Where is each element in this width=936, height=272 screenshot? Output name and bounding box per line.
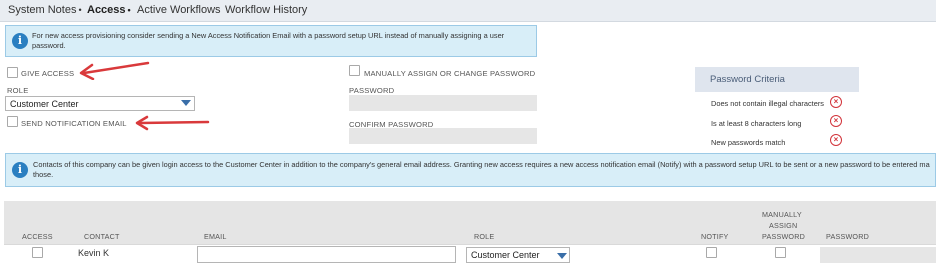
col-header-notify: NOTIFY (701, 232, 729, 241)
give-access-checkbox[interactable] (7, 67, 18, 78)
send-notification-checkbox[interactable] (7, 116, 18, 127)
chevron-down-icon[interactable] (181, 100, 191, 106)
col-header-password: PASSWORD (826, 232, 869, 241)
send-notification-label: SEND NOTIFICATION EMAIL (21, 119, 127, 128)
row-role-select[interactable]: Customer Center (466, 247, 570, 263)
annotation-arrow-icon (79, 61, 150, 80)
row-manually-assign-checkbox[interactable] (775, 247, 786, 258)
password-label: PASSWORD (349, 86, 395, 95)
password-field[interactable] (349, 95, 537, 111)
chevron-down-icon[interactable] (557, 253, 567, 259)
info-banner-access: i For new access provisioning consider s… (5, 25, 537, 57)
criteria-item: New passwords match (711, 138, 786, 147)
role-select-value: Customer Center (10, 99, 79, 109)
col-header-role: ROLE (474, 232, 495, 241)
row-role-value: Customer Center (471, 250, 540, 260)
annotation-arrow-icon (135, 115, 210, 131)
row-notify-checkbox[interactable] (706, 247, 717, 258)
criteria-item: Does not contain illegal characters (711, 99, 824, 108)
tab-workflow-history[interactable]: Workflow History (225, 4, 307, 16)
info-banner-contacts: i Contacts of this company can be given … (5, 153, 936, 187)
col-header-contact: CONTACT (84, 232, 120, 241)
tab-access[interactable]: Access • (87, 4, 131, 16)
role-label: ROLE (7, 86, 29, 95)
divider (4, 244, 936, 245)
give-access-label: GIVE ACCESS (21, 69, 75, 78)
red-x-circle-icon: × (830, 134, 842, 146)
row-password-field[interactable] (820, 247, 936, 263)
info-banner-text: Contacts of this company can be given lo… (33, 160, 930, 179)
col-header-manually-assign: MANUALLY (762, 210, 802, 219)
role-select[interactable]: Customer Center (5, 96, 195, 111)
col-header-manually-assign: PASSWORD (762, 232, 805, 241)
info-icon: i (12, 162, 28, 178)
row-contact: Kevin K (78, 248, 110, 258)
red-x-circle-icon: × (830, 115, 842, 127)
row-email-input[interactable] (197, 246, 456, 263)
row-access-checkbox[interactable] (32, 247, 43, 258)
password-criteria-panel: Password Criteria Does not contain illeg… (695, 67, 859, 147)
criteria-item: Is at least 8 characters long (711, 119, 802, 128)
manually-assign-password-label: MANUALLY ASSIGN OR CHANGE PASSWORD (364, 69, 536, 78)
col-header-access: ACCESS (22, 232, 53, 241)
col-header-manually-assign: ASSIGN (769, 221, 798, 230)
confirm-password-field[interactable] (349, 128, 537, 144)
info-banner-text: For new access provisioning consider sen… (32, 31, 505, 50)
tab-system-notes[interactable]: System Notes • (8, 4, 82, 16)
manually-assign-password-checkbox[interactable] (349, 65, 360, 76)
subtab-bar: System Notes • Access • Active Workflows W… (0, 0, 936, 22)
password-criteria-title: Password Criteria (695, 67, 859, 92)
col-header-email: EMAIL (204, 232, 227, 241)
tab-active-workflows[interactable]: Active Workflows (137, 4, 221, 16)
info-icon: i (12, 33, 28, 49)
red-x-circle-icon: × (830, 96, 842, 108)
